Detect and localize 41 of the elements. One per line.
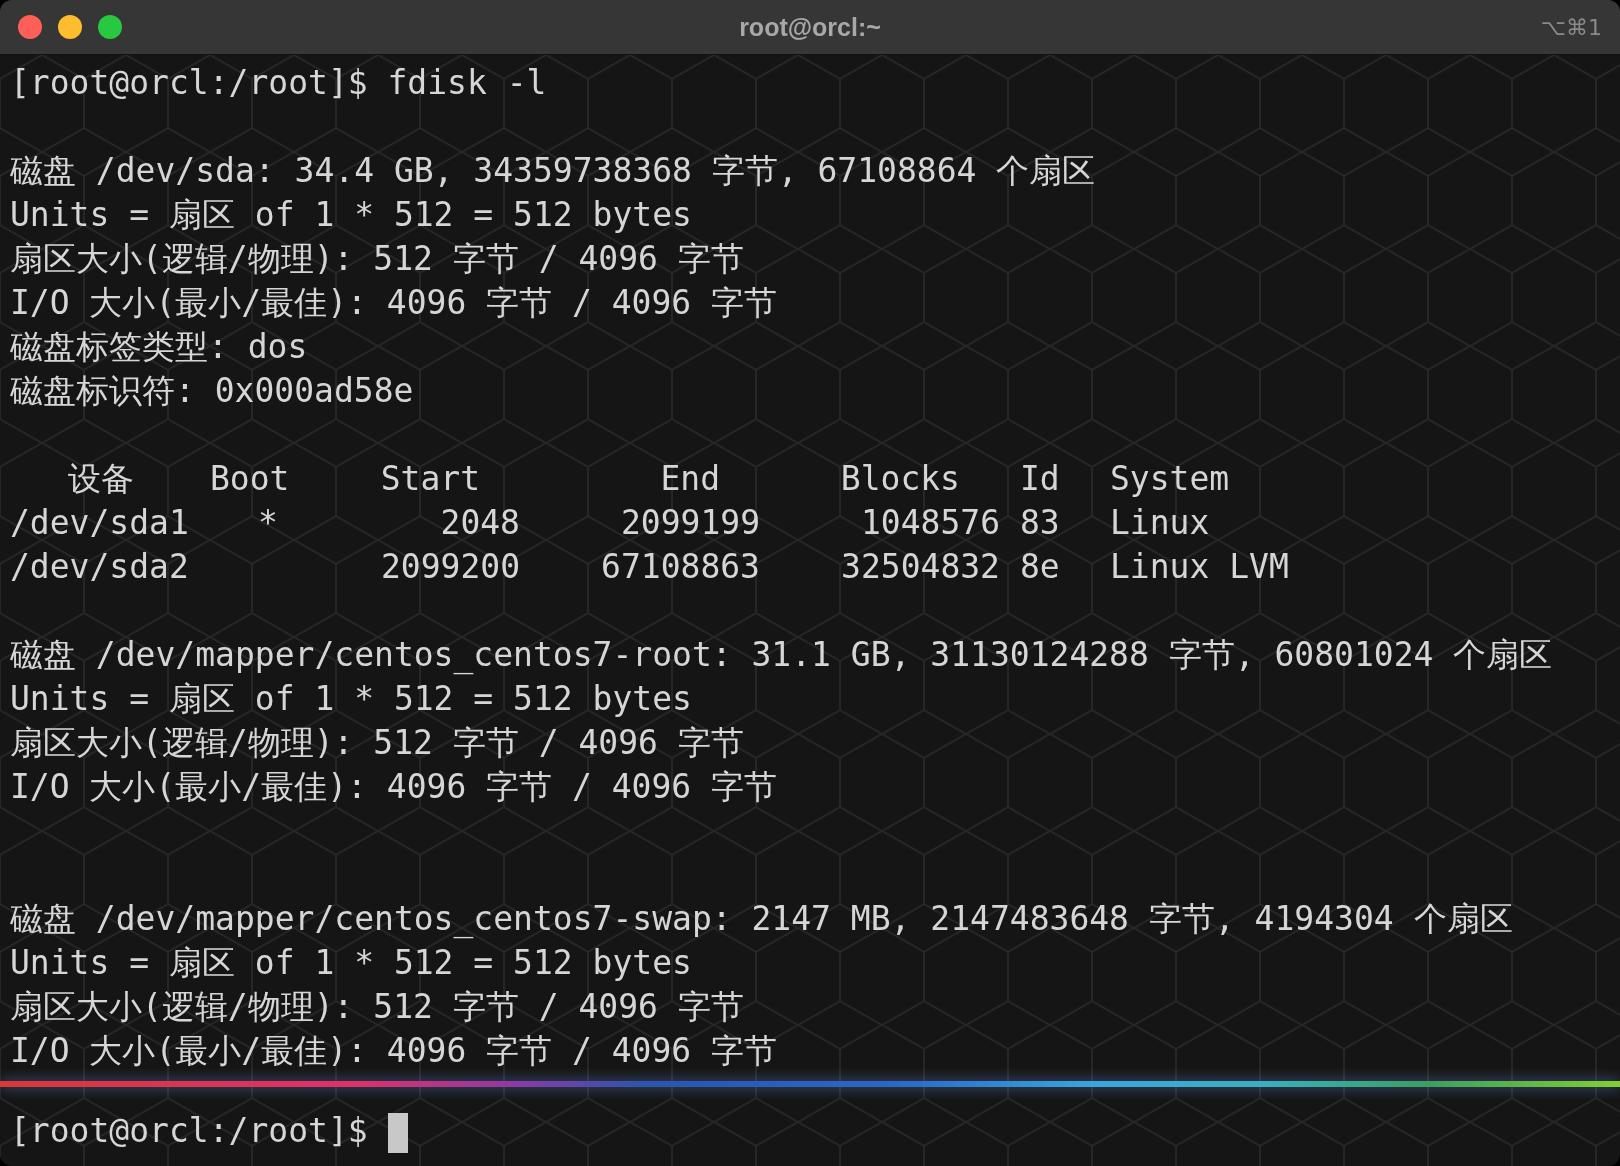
column-header: End — [659, 458, 721, 500]
table-cell-text: Linux — [1109, 502, 1211, 544]
table-cell-text: 1048576 — [859, 502, 1000, 544]
table-cell-text: 8e — [1019, 546, 1061, 588]
table-cell-text: Linux LVM — [1109, 546, 1290, 588]
output-line: 磁盘 /dev/mapper/centos_centos7-swap: 2147 MB, 2147483648 字节, 4194304 个扇区 — [10, 898, 1514, 941]
output-line: 扇区大小(逻辑/物理): 512 字节 / 4096 字节 — [10, 238, 745, 280]
output-line: 磁盘标签类型: dos — [10, 326, 309, 368]
table-cell-text: 2048 — [439, 502, 520, 544]
column-header: Boot — [210, 458, 291, 500]
output-line: I/O 大小(最小/最佳): 4096 字节 / 4096 字节 — [10, 766, 779, 808]
prompt: [root@orcl:/root]$ — [10, 1111, 368, 1150]
zoom-button[interactable] — [98, 15, 122, 39]
table-cell-text: 83 — [1019, 502, 1061, 544]
output-line: Units = 扇区 of 1 * 512 = 512 bytes — [10, 942, 693, 984]
column-header: Id — [1019, 458, 1061, 500]
output-line: I/O 大小(最小/最佳): 4096 字节 / 4096 字节 — [10, 282, 779, 324]
table-cell-text: 2099200 — [379, 546, 520, 588]
close-button[interactable] — [18, 15, 42, 39]
output-line: Units = 扇区 of 1 * 512 = 512 bytes — [10, 678, 693, 720]
table-cell-text: /dev/sda2 — [10, 546, 190, 588]
output-line: 扇区大小(逻辑/物理): 512 字节 / 4096 字节 — [10, 722, 745, 764]
column-header: 设备 — [67, 458, 135, 500]
output-line: Units = 扇区 of 1 * 512 = 512 bytes — [10, 194, 693, 236]
column-header: Blocks — [839, 458, 961, 500]
table-cell-text: * — [257, 502, 279, 544]
table-cell-text: 32504832 — [840, 546, 1000, 588]
output-line: I/O 大小(最小/最佳): 4096 字节 / 4096 字节 — [10, 1030, 779, 1072]
command-line: [root@orcl:/root]$ fdisk -l — [10, 62, 548, 104]
table-cell-text: /dev/sda1 — [10, 502, 190, 544]
output-line: 扇区大小(逻辑/物理): 512 字节 / 4096 字节 — [10, 986, 745, 1028]
output-line: 磁盘 /dev/sda: 34.4 GB, 34359738368 字节, 67108864 个扇区 — [10, 150, 1097, 192]
table-cell-text: 67108863 — [600, 546, 760, 588]
shortcut-label: ⌥⌘1 — [1540, 14, 1602, 40]
table-cell-text: 2099199 — [619, 502, 760, 544]
minimize-button[interactable] — [58, 15, 82, 39]
output-line: 磁盘标识符: 0x000ad58e — [10, 370, 415, 412]
column-header: System — [1109, 458, 1231, 500]
window-title: root@orcl:~ — [739, 12, 881, 41]
column-header: Start — [379, 458, 481, 500]
output-line: 磁盘 /dev/mapper/centos_centos7-root: 31.1 GB, 31130124288 字节, 60801024 个扇区 — [10, 634, 1554, 677]
